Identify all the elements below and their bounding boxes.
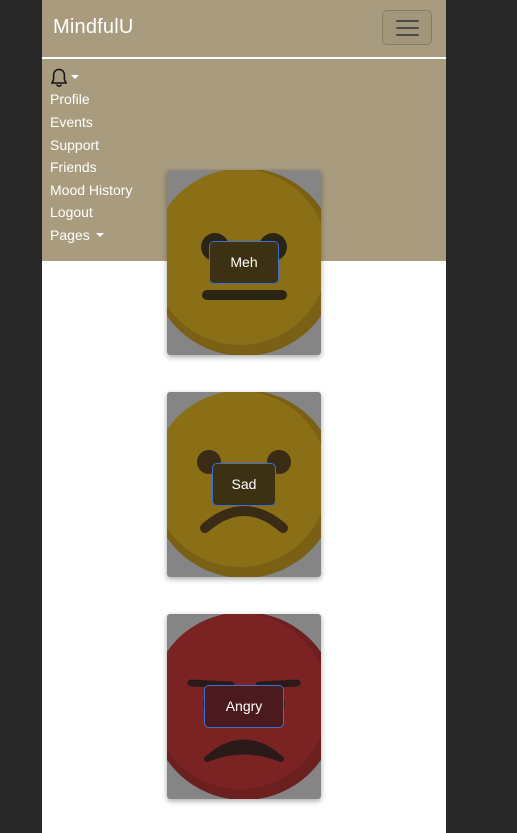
nav-link-friends[interactable]: Friends: [50, 158, 97, 176]
nav-link-support[interactable]: Support: [50, 136, 99, 154]
mood-card-meh[interactable]: Meh: [167, 170, 321, 355]
app-page: MindfulU Profile Events Support Friends …: [42, 0, 446, 833]
pages-dropdown-label: Pages: [50, 227, 90, 243]
nav-dropdown-pages[interactable]: Pages: [50, 226, 104, 244]
bell-icon: [51, 68, 79, 87]
nav-link-profile[interactable]: Profile: [50, 90, 90, 108]
hamburger-menu-icon: [396, 20, 419, 22]
mood-button-angry[interactable]: Angry: [204, 685, 284, 728]
nav-link-logout[interactable]: Logout: [50, 203, 93, 221]
mood-button-sad[interactable]: Sad: [212, 463, 276, 506]
hamburger-menu-icon-bar: [396, 27, 419, 29]
navbar-divider: [42, 57, 446, 59]
nav-link-mood-history[interactable]: Mood History: [50, 181, 132, 199]
chevron-down-icon: [95, 233, 104, 237]
hamburger-menu-icon-bar: [396, 34, 419, 36]
navbar-toggler-button[interactable]: [382, 10, 432, 45]
nav-link-events[interactable]: Events: [50, 113, 93, 131]
notifications-dropdown[interactable]: [50, 67, 82, 89]
mood-button-meh[interactable]: Meh: [209, 241, 279, 284]
mood-card-angry[interactable]: Angry: [167, 614, 321, 799]
mood-card-sad[interactable]: Sad: [167, 392, 321, 577]
brand-logo[interactable]: MindfulU: [53, 16, 134, 39]
